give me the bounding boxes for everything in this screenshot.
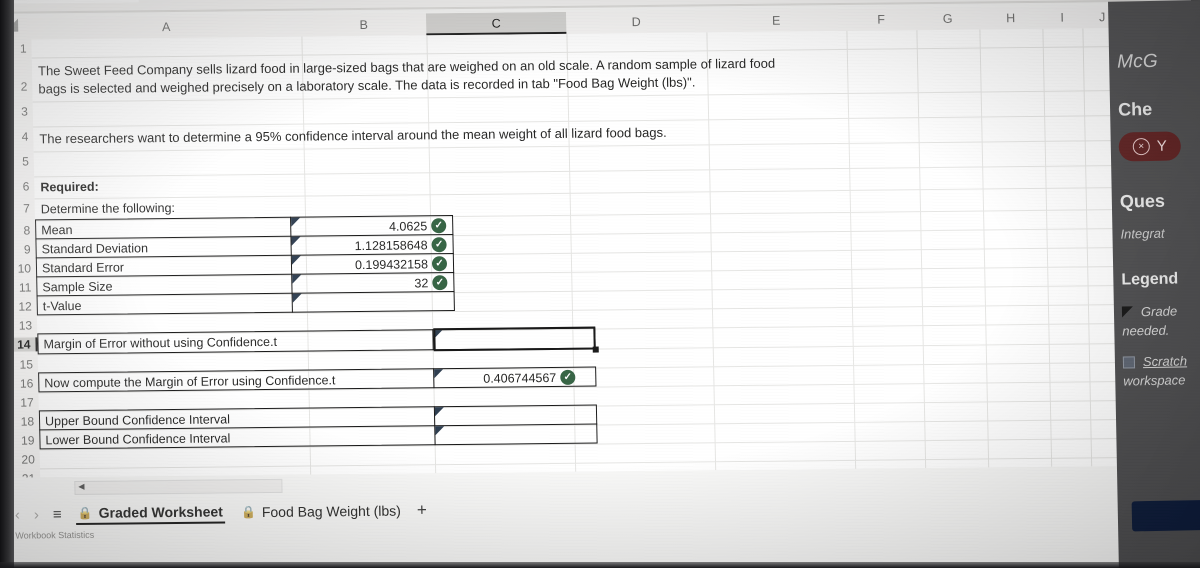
row-header-15[interactable]: 15 [12, 357, 38, 371]
scratch-square-icon [1122, 356, 1136, 369]
row-header-11[interactable]: 11 [10, 280, 36, 294]
legend-graded-label: Grade [1140, 303, 1178, 320]
column-header-c[interactable]: C [425, 11, 567, 36]
legend-item-graded: Grade [1121, 299, 1200, 320]
correct-check-icon: ✓ [431, 256, 448, 272]
excel-screen: ━ ▾ ▾ ⋯ ≡▾ [0, 0, 1200, 568]
graded-triangle-icon [1121, 306, 1134, 318]
row-header-16[interactable]: 16 [12, 376, 38, 390]
cell-c11[interactable]: 32 [306, 275, 428, 292]
column-header-e[interactable]: E [706, 9, 846, 32]
mcgraw-hill-logo: McG [1116, 50, 1159, 73]
correct-check-icon: ✓ [431, 237, 447, 253]
legend-heading: Legend [1121, 270, 1179, 289]
legend-scratch-label-2: workspace [1123, 372, 1186, 389]
question-heading: Ques [1119, 190, 1166, 212]
mcgraw-hill-panel: McG Che × Y Ques Integrat Legend Grade n… [1108, 0, 1200, 568]
check-my-work-button-label: Y [1156, 137, 1167, 155]
graded-cell-triangle [435, 426, 445, 436]
cell-a18[interactable]: Upper Bound Confidence Interval [45, 411, 230, 429]
cell-a8[interactable]: Mean [41, 222, 73, 238]
graded-cell-triangle [292, 293, 302, 303]
row-header-21[interactable]: 21 [14, 471, 40, 477]
cell-c10[interactable]: 0.199432158 [306, 256, 428, 273]
check-my-work-button[interactable]: × Y [1118, 131, 1182, 162]
graded-cell-triangle [292, 274, 302, 284]
column-header-d[interactable]: D [566, 10, 706, 33]
column-header-i[interactable]: I [1042, 6, 1082, 28]
tab-next-button[interactable]: › [34, 506, 39, 523]
sheet-tab-label: Graded Worksheet [98, 503, 224, 521]
graded-cell-triangle [434, 369, 444, 379]
check-my-work-heading: Che [1117, 98, 1153, 120]
cell-c16[interactable]: 0.406744567 [448, 370, 556, 387]
column-header-b[interactable]: B [301, 13, 426, 36]
sheet-tab-food-bag-weight[interactable]: 🔒 Food Bag Weight (lbs) [239, 501, 403, 523]
cell-a9[interactable]: Standard Deviation [41, 240, 148, 257]
correct-check-icon: ✓ [560, 369, 576, 385]
lock-icon: 🔒 [77, 505, 93, 520]
cell-a6[interactable]: Required: [40, 179, 99, 196]
panel-cta-button[interactable] [1131, 497, 1200, 532]
fill-handle[interactable] [592, 346, 599, 353]
cell-a4[interactable]: The researchers want to determine a 95% … [39, 125, 667, 148]
row-header-13[interactable]: 13 [11, 318, 37, 332]
cell-a11[interactable]: Sample Size [42, 279, 113, 296]
all-sheets-menu-icon[interactable]: ≡ [53, 506, 62, 523]
scroll-left-icon[interactable]: ◀ [78, 482, 84, 491]
circle-x-icon: × [1132, 137, 1150, 156]
row-header-17[interactable]: 17 [13, 395, 39, 409]
cell-c8[interactable]: 4.0625 [305, 218, 428, 235]
horizontal-scrollbar[interactable]: ◀ [74, 478, 283, 496]
graded-cell-triangle [291, 217, 301, 227]
graded-cell-triangle [291, 236, 301, 246]
legend-scratch-label: Scratch [1142, 353, 1188, 370]
sheet-tab-label: Food Bag Weight (lbs) [261, 502, 402, 521]
screen-photo: ━ ▾ ▾ ⋯ ≡▾ [0, 0, 1200, 568]
column-header-h[interactable]: H [979, 7, 1042, 30]
selected-cell-c14[interactable] [433, 326, 596, 352]
cell-a19[interactable]: Lower Bound Confidence Interval [45, 430, 230, 448]
column-header-a[interactable]: A [31, 15, 301, 40]
cell-a16[interactable]: Now compute the Margin of Error using Co… [44, 372, 335, 391]
row-header-20[interactable]: 20 [14, 452, 40, 466]
cell-area: The Sweet Feed Company sells lizard food… [31, 27, 1145, 478]
question-subtext: Integrat [1120, 225, 1165, 242]
cell-a10[interactable]: Standard Error [42, 259, 124, 276]
excel-application: ━ ▾ ▾ ⋯ ≡▾ [0, 0, 1200, 568]
cell-a14[interactable]: Margin of Error without using Confidence… [43, 334, 277, 352]
monitor-bezel-bottom [0, 562, 1200, 568]
correct-check-icon: ✓ [432, 275, 448, 291]
graded-cell-triangle [291, 255, 301, 265]
tab-prev-button[interactable]: ‹ [15, 506, 20, 523]
monitor-bezel-left [0, 0, 14, 568]
cell-c12[interactable] [307, 294, 429, 295]
add-sheet-button[interactable]: + [417, 500, 427, 520]
legend-graded-label-2: needed. [1122, 322, 1170, 339]
sheet-tab-graded-worksheet[interactable]: 🔒 Graded Worksheet [75, 501, 226, 526]
row-header-14[interactable]: 14 [11, 337, 38, 352]
spreadsheet-grid: A B C D E F G H I J 1 2 3 4 5 6 7 8 9 10… [4, 5, 1145, 478]
legend-item-scratch: Scratch [1122, 349, 1200, 370]
row-header-18[interactable]: 18 [13, 414, 39, 428]
row-header-19[interactable]: 19 [13, 433, 39, 447]
column-header-g[interactable]: G [916, 8, 979, 31]
correct-check-icon: ✓ [431, 218, 447, 234]
cell-a12[interactable]: t-Value [43, 298, 82, 314]
cell-c9[interactable]: 1.128158648 [305, 237, 427, 254]
graded-cell-triangle [434, 407, 445, 417]
column-header-f[interactable]: F [846, 8, 916, 31]
cell-a7[interactable]: Determine the following: [41, 200, 175, 217]
row-header-12[interactable]: 12 [11, 299, 37, 313]
lock-icon: 🔒 [240, 505, 256, 520]
